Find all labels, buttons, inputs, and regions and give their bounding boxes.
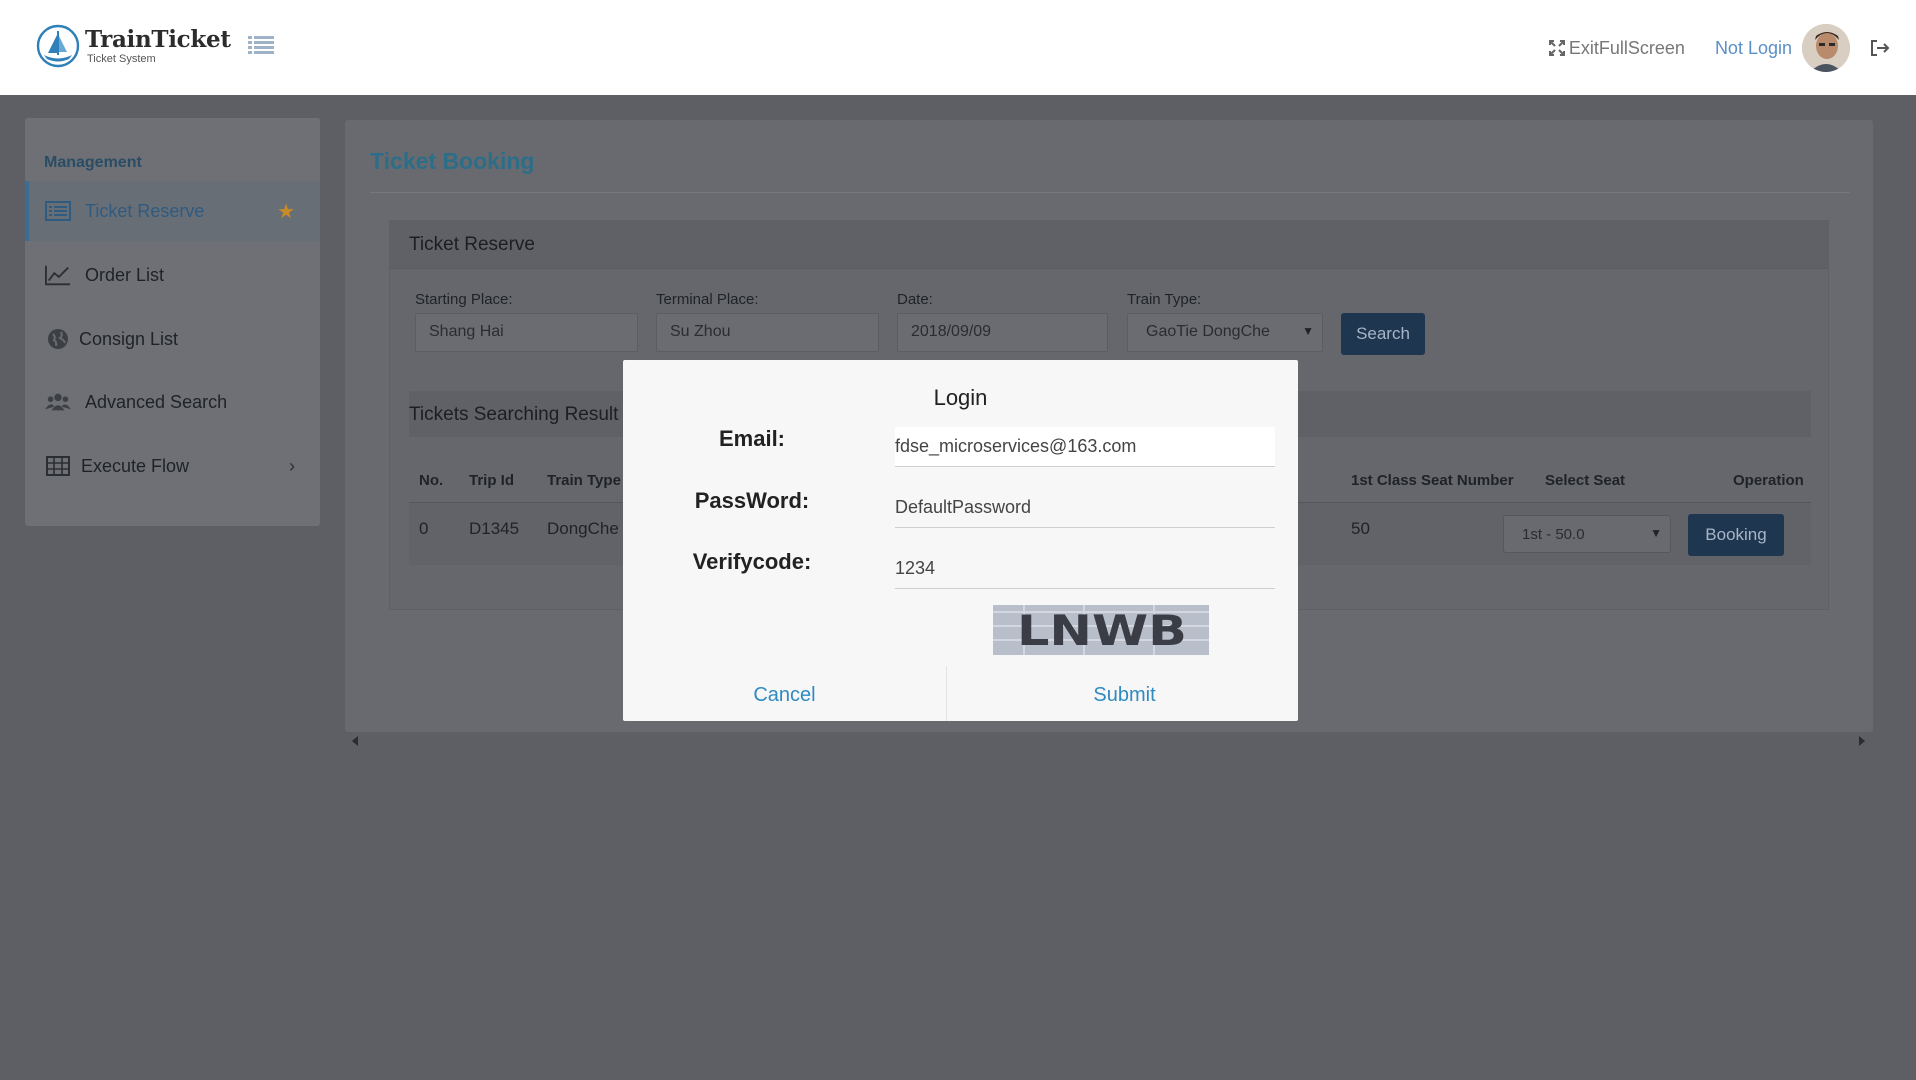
password-field[interactable] <box>895 488 1275 528</box>
logo-title: TrainTicket <box>85 26 231 53</box>
scroll-left-arrow-icon[interactable] <box>352 736 358 746</box>
seat-select[interactable]: 1st - 50.0 ▼ <box>1503 515 1671 553</box>
exit-fullscreen-button[interactable]: ExitFullScreen <box>1548 37 1685 59</box>
train-type-value: GaoTie DongChe <box>1146 323 1270 340</box>
table-icon <box>45 455 71 477</box>
starting-place-field: Starting Place: Shang Hai <box>415 291 638 352</box>
col-header-operation: Operation <box>1733 472 1804 489</box>
users-icon <box>45 391 71 413</box>
sidebar-item-label: Advanced Search <box>85 391 228 412</box>
col-header-select-seat: Select Seat <box>1545 472 1626 489</box>
cancel-button[interactable]: Cancel <box>623 684 946 707</box>
submit-button[interactable]: Submit <box>963 684 1286 707</box>
col-header-trip-id: Trip Id <box>469 472 514 489</box>
avatar[interactable] <box>1802 24 1850 72</box>
starting-place-label: Starting Place: <box>415 291 513 308</box>
logo[interactable]: TrainTicket Ticket System <box>36 24 231 68</box>
star-icon: ★ <box>277 200 295 223</box>
scroll-right-arrow-icon[interactable] <box>1859 736 1865 746</box>
sidebar-item-execute-flow[interactable]: Execute Flow › <box>25 436 320 496</box>
line-chart-icon <box>45 264 71 286</box>
booking-button[interactable]: Booking <box>1688 514 1784 556</box>
sidebar-heading: Management <box>44 154 142 171</box>
title-divider <box>370 192 1850 193</box>
search-button[interactable]: Search <box>1341 313 1425 355</box>
cell-first-class: 50 <box>1351 519 1370 538</box>
dropdown-caret-icon: ▼ <box>1302 324 1314 338</box>
train-type-field: Train Type: GaoTie DongChe ▼ <box>1127 291 1323 352</box>
captcha-image[interactable]: LNWB <box>993 605 1209 655</box>
date-input[interactable]: 2018/09/09 <box>897 313 1108 352</box>
cell-train-type: DongChe <box>547 519 619 538</box>
sidebar-item-label: Consign List <box>79 328 179 349</box>
chevron-right-icon: › <box>289 455 295 476</box>
cell-no: 0 <box>419 519 429 538</box>
sidebar-item-ticket-reserve[interactable]: Ticket Reserve ★ <box>25 181 320 241</box>
sidebar-item-consign-list[interactable]: Consign List <box>25 309 320 369</box>
list-menu-icon[interactable] <box>248 34 274 56</box>
sidebar-item-label: Ticket Reserve <box>85 200 205 221</box>
terminal-place-label: Terminal Place: <box>656 291 759 308</box>
terminal-place-input[interactable]: Su Zhou <box>656 313 879 352</box>
sign-out-icon[interactable] <box>1870 39 1890 57</box>
login-modal: Login Email: PassWord: Verifycode: LNWB … <box>623 360 1298 721</box>
terminal-place-field: Terminal Place: Su Zhou <box>656 291 879 352</box>
email-label: Email: <box>718 426 786 451</box>
sidebar-item-label: Execute Flow <box>81 455 190 476</box>
verifycode-field[interactable] <box>895 549 1275 589</box>
train-type-label: Train Type: <box>1127 291 1202 308</box>
seat-select-value: 1st - 50.0 <box>1522 526 1585 543</box>
sidebar-item-advanced-search[interactable]: Advanced Search <box>25 372 320 432</box>
modal-button-divider <box>946 666 947 721</box>
list-icon <box>45 200 71 222</box>
ship-logo-icon <box>36 24 80 68</box>
modal-title: Login <box>933 385 988 410</box>
globe-icon <box>45 328 71 350</box>
user-photo-icon <box>1802 24 1850 72</box>
sidebar-item-label: Order List <box>85 264 165 285</box>
sidebar-item-order-list[interactable]: Order List <box>25 245 320 305</box>
card-header: Ticket Reserve <box>390 221 1828 269</box>
captcha-picture: LNWB <box>993 605 1209 655</box>
exit-fullscreen-label: ExitFullScreen <box>1568 37 1685 58</box>
date-field: Date: 2018/09/09 <box>897 291 1108 352</box>
fullscreen-icon <box>1548 40 1565 56</box>
page-title: Ticket Booking <box>370 148 535 174</box>
password-label: PassWord: <box>694 488 810 513</box>
results-title: Tickets Searching Result <box>409 404 619 425</box>
email-field[interactable] <box>895 427 1275 467</box>
col-header-first-class: 1st Class Seat Number <box>1351 472 1514 489</box>
not-login-link[interactable]: Not Login <box>1715 38 1792 59</box>
cell-trip-id: D1345 <box>469 519 520 538</box>
top-header: TrainTicket Ticket System ExitFullScreen… <box>0 0 1916 95</box>
verifycode-label: Verifycode: <box>692 549 812 574</box>
starting-place-input[interactable]: Shang Hai <box>415 313 638 352</box>
train-type-select[interactable]: GaoTie DongChe ▼ <box>1127 313 1323 352</box>
sidebar: Management Ticket Reserve ★ Order List C… <box>25 118 320 526</box>
dropdown-caret-icon: ▼ <box>1650 526 1662 540</box>
date-label: Date: <box>897 291 933 308</box>
col-header-train-type: Train Type <box>547 472 621 489</box>
logo-subtitle: Ticket System <box>87 53 156 65</box>
card-title: Ticket Reserve <box>409 234 535 255</box>
captcha-text: LNWB <box>1017 606 1187 655</box>
col-header-no: No. <box>419 472 444 489</box>
